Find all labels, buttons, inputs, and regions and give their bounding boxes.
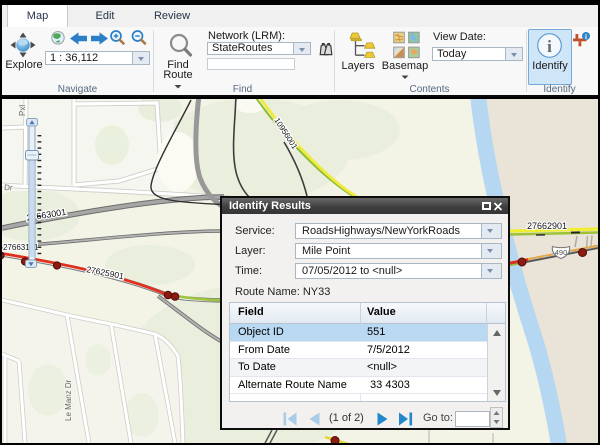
svg-text:Pxl: Pxl bbox=[18, 105, 27, 116]
svg-text:Le Manz Dr: Le Manz Dr bbox=[64, 379, 73, 421]
svg-text:i: i bbox=[547, 37, 552, 56]
svg-text:27662901: 27662901 bbox=[527, 221, 567, 231]
svg-text:Dr: Dr bbox=[4, 183, 13, 192]
svg-text:490: 490 bbox=[555, 248, 568, 257]
svg-text:i: i bbox=[585, 33, 587, 41]
